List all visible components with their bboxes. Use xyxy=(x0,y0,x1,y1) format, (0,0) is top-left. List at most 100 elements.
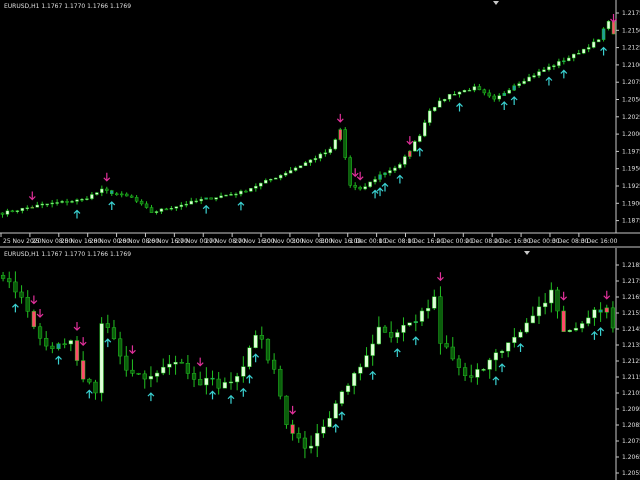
candle[interactable] xyxy=(169,205,174,211)
candle[interactable] xyxy=(438,286,443,355)
candle[interactable] xyxy=(547,63,551,72)
candle[interactable] xyxy=(469,364,474,383)
candle[interactable] xyxy=(567,55,571,62)
candle[interactable] xyxy=(37,323,43,346)
candle[interactable] xyxy=(561,305,566,332)
candle[interactable] xyxy=(265,338,271,364)
candle[interactable] xyxy=(93,379,98,400)
candle[interactable] xyxy=(592,307,597,326)
candle[interactable] xyxy=(303,161,308,167)
candle[interactable] xyxy=(313,155,318,163)
candle[interactable] xyxy=(105,314,110,334)
candle[interactable] xyxy=(31,309,36,330)
candle[interactable] xyxy=(199,196,203,205)
candle[interactable] xyxy=(318,152,323,162)
candle[interactable] xyxy=(557,58,561,69)
candle[interactable] xyxy=(536,296,542,324)
candle[interactable] xyxy=(136,372,141,376)
candle[interactable] xyxy=(288,167,293,174)
candle[interactable] xyxy=(7,271,12,289)
candle[interactable] xyxy=(487,357,492,379)
candle[interactable] xyxy=(442,98,447,103)
price-pane-top[interactable]: 1.2175 1.2150 1.2125 1.2100 1.2075 1.2050 1.20… xyxy=(0,0,640,245)
candle[interactable] xyxy=(543,293,548,315)
candle[interactable] xyxy=(284,395,289,429)
candle[interactable] xyxy=(35,201,39,208)
candle[interactable] xyxy=(450,337,455,361)
candle[interactable] xyxy=(293,166,298,172)
candle[interactable] xyxy=(482,88,487,96)
chart-shift-marker-icon[interactable] xyxy=(493,1,499,5)
candle[interactable] xyxy=(0,271,6,282)
candle[interactable] xyxy=(444,335,449,349)
candle[interactable] xyxy=(382,325,388,333)
candle[interactable] xyxy=(191,366,197,388)
candle[interactable] xyxy=(198,371,203,386)
candle[interactable] xyxy=(462,362,468,381)
candle[interactable] xyxy=(427,108,432,126)
candle[interactable] xyxy=(477,83,482,91)
candle[interactable] xyxy=(333,138,338,151)
candle[interactable] xyxy=(457,91,462,98)
candle[interactable] xyxy=(90,191,94,201)
candle[interactable] xyxy=(407,322,412,327)
candle[interactable] xyxy=(492,93,497,102)
candle[interactable] xyxy=(606,20,611,31)
candle[interactable] xyxy=(343,127,347,160)
candle[interactable] xyxy=(234,192,238,198)
candle[interactable] xyxy=(315,423,320,458)
candle[interactable] xyxy=(368,181,372,188)
candle[interactable] xyxy=(239,189,243,197)
candle[interactable] xyxy=(184,200,189,208)
candle[interactable] xyxy=(581,48,586,55)
candle[interactable] xyxy=(283,171,288,177)
candle[interactable] xyxy=(512,83,516,91)
candle[interactable] xyxy=(259,182,263,190)
candle[interactable] xyxy=(522,78,526,85)
candle[interactable] xyxy=(373,176,377,185)
candle[interactable] xyxy=(290,419,295,441)
candle[interactable] xyxy=(530,306,535,324)
candle[interactable] xyxy=(542,66,546,72)
candle[interactable] xyxy=(124,192,129,197)
candle[interactable] xyxy=(552,64,556,70)
candle[interactable] xyxy=(432,106,437,112)
candle[interactable] xyxy=(264,178,268,184)
candle[interactable] xyxy=(398,162,402,170)
candle[interactable] xyxy=(572,53,576,62)
candle[interactable] xyxy=(363,183,367,191)
candle[interactable] xyxy=(308,435,314,454)
candle[interactable] xyxy=(524,318,529,334)
candle[interactable] xyxy=(85,196,89,201)
candle[interactable] xyxy=(426,299,431,319)
candle[interactable] xyxy=(10,209,15,213)
candle[interactable] xyxy=(167,354,172,375)
candle[interactable] xyxy=(222,377,227,389)
candle[interactable] xyxy=(55,199,59,206)
candle[interactable] xyxy=(278,365,283,400)
candle[interactable] xyxy=(25,290,30,318)
candle[interactable] xyxy=(562,57,566,65)
candle[interactable] xyxy=(130,359,135,377)
candle[interactable] xyxy=(50,199,54,208)
candle[interactable] xyxy=(269,178,273,183)
candle[interactable] xyxy=(20,207,25,214)
candle[interactable] xyxy=(512,328,517,348)
candle[interactable] xyxy=(173,355,178,375)
candle[interactable] xyxy=(502,91,506,97)
candle[interactable] xyxy=(249,188,253,193)
candle[interactable] xyxy=(204,367,209,395)
candle[interactable] xyxy=(408,150,412,159)
candle[interactable] xyxy=(327,411,332,428)
candle[interactable] xyxy=(174,206,179,211)
candle[interactable] xyxy=(388,167,392,176)
candle[interactable] xyxy=(50,342,55,354)
candle[interactable] xyxy=(124,346,129,377)
candle[interactable] xyxy=(62,338,67,349)
candle[interactable] xyxy=(493,348,498,372)
candle[interactable] xyxy=(19,285,24,304)
candle[interactable] xyxy=(70,200,74,204)
candle[interactable] xyxy=(228,372,234,390)
candle[interactable] xyxy=(60,199,64,204)
candle[interactable] xyxy=(134,195,139,203)
